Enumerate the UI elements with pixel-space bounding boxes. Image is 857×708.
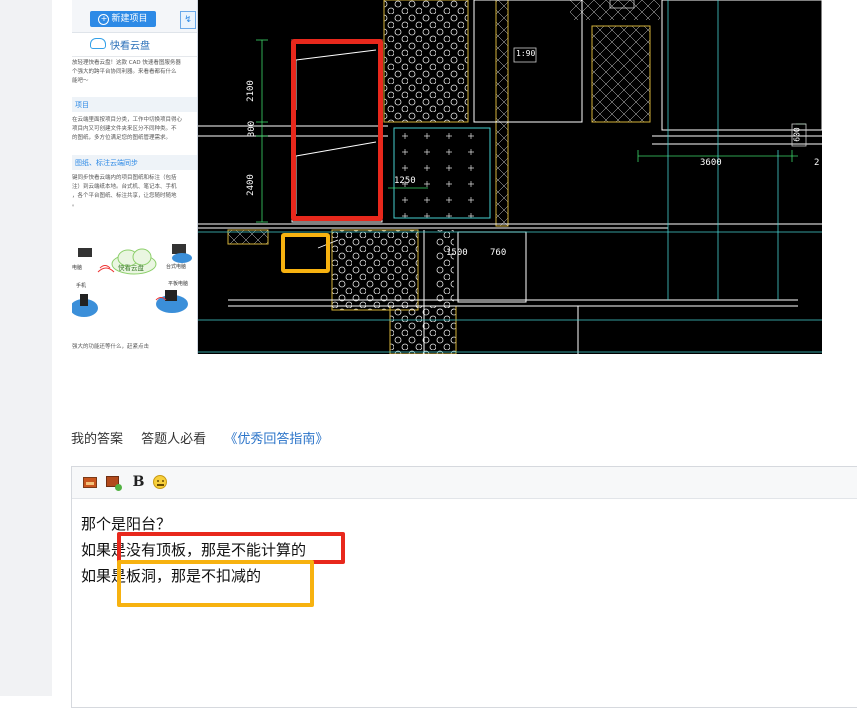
cloud-header: 快看云盘 — [72, 34, 197, 57]
cloud-icon — [90, 38, 106, 49]
new-project-button: + 新建项目 — [90, 11, 156, 27]
illus-label-phone: 手机 — [76, 283, 87, 289]
cad-label: 1500 — [446, 248, 468, 258]
cad-label: 600 — [792, 127, 802, 142]
section1-title: 项目 — [75, 101, 89, 109]
answer-tabs: 我的答案 答题人必看 《优秀回答指南》 — [71, 428, 342, 447]
illus-label-tablet: 平板电脑 — [168, 281, 189, 287]
cad-label: 300 — [247, 120, 258, 138]
cad-label: 2100 — [245, 80, 256, 102]
insert-image-icon[interactable] — [82, 474, 99, 491]
left-rail — [0, 0, 52, 696]
intro-text: 放轻理快看云盘！这款 CAD 快速看图服务器 个强大的跨平台协同利器。来看看都有… — [72, 59, 195, 86]
bold-icon[interactable]: B — [130, 474, 147, 491]
editor-toolbar: B — [72, 467, 857, 499]
section2-line: 键同步快看云端内的项目图纸和标注（包括 — [72, 175, 177, 181]
orange-annotation-box — [281, 233, 330, 273]
illus-label-computer: 电脑 — [72, 265, 83, 271]
section2-line: ，各个平台图纸、标注共享，让您随时随地 — [72, 193, 177, 199]
my-answer-tab[interactable]: 我的答案 — [71, 432, 123, 447]
cad-label: 3600 — [700, 158, 722, 168]
cloud-sync-illustration: 电脑 快看云盘 台式电脑 手机 平板电脑 — [72, 232, 197, 332]
cad-label: 2400 — [245, 174, 256, 196]
section1-line: 项目内又可创建文件夹来区分不同种类。不 — [72, 126, 177, 132]
section1-line: 在云端里面按项目分类，工作中切换项目得心 — [72, 117, 183, 123]
answer-guide-link[interactable]: 《优秀回答指南》 — [224, 432, 328, 447]
intro-line: 能吧～ — [72, 78, 89, 84]
section-bar — [72, 97, 197, 112]
orange-text-annotation-box — [117, 560, 314, 607]
intro-line: 放轻理快看云盘！这款 CAD 快速看图服务器 — [72, 60, 181, 66]
illus-label-cloud: 快看云盘 — [118, 264, 144, 272]
cad-label: 760 — [490, 248, 507, 258]
side-panel-toolbar: + 新建项目 ↯ — [72, 0, 197, 33]
cad-label: 2 — [814, 158, 820, 168]
section2-line: 注）到云端纸本地。台式机、笔记本、手机 — [72, 184, 177, 190]
section2-text: 键同步快看云端内的项目图纸和标注（包括 注）到云端纸本地。台式机、笔记本、手机 … — [72, 174, 195, 210]
cloud-title: 快看云盘 — [110, 41, 150, 52]
plus-icon: + — [98, 14, 110, 25]
cloud-side-panel: + 新建项目 ↯ 快看云盘 放轻理快看云盘！这款 CAD 快速看图服务器 个强大的… — [72, 0, 198, 354]
red-annotation-box — [291, 39, 383, 221]
intro-line: 个强大的跨平台协同利器。来看看都有什么 — [72, 69, 177, 75]
section1-text: 在云端里面按项目分类，工作中切换项目得心 项目内又可创建文件夹来区分不同种类。不… — [72, 116, 195, 143]
sync-icon: ↯ — [180, 11, 196, 29]
bottom-text: 强大的功能还等什么，赶紧点击 — [72, 344, 150, 350]
upload-image-icon[interactable] — [105, 474, 122, 491]
cad-label: 1:90 — [516, 49, 536, 58]
section1-line: 的图纸，多方位满足您的图纸管理需求。 — [72, 135, 172, 141]
new-project-label: 新建项目 — [111, 14, 148, 24]
section2-title: 图纸、标注云端同步 — [75, 159, 138, 167]
illus-label-desktop: 台式电脑 — [166, 264, 187, 270]
cad-label: 1250 — [394, 176, 416, 186]
question-screenshot: + 新建项目 ↯ 快看云盘 放轻理快看云盘！这款 CAD 快速看图服务器 个强大的… — [72, 0, 822, 354]
must-read-label: 答题人必看 — [141, 432, 207, 447]
section2-line: 。 — [72, 202, 78, 208]
emoji-icon[interactable] — [152, 474, 169, 491]
